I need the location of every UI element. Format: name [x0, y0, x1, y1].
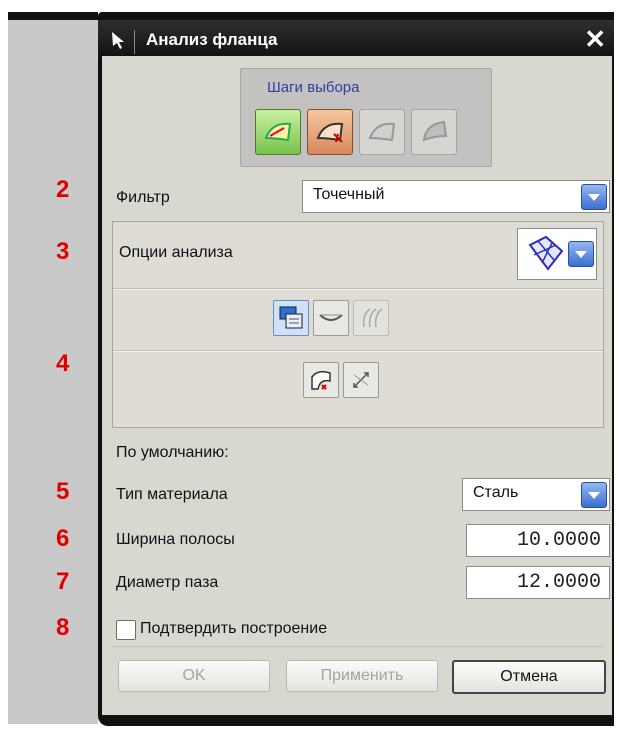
- selection-steps-label: Шаги выбора: [267, 79, 360, 96]
- contour-lines-icon[interactable]: [353, 300, 389, 336]
- corner-flange-icon[interactable]: [303, 362, 339, 398]
- analysis-options-group: Опции анализа: [112, 221, 604, 428]
- marker-7: 7: [56, 568, 70, 595]
- direction-arrows-icon[interactable]: [343, 362, 379, 398]
- filter-label: Фильтр: [116, 189, 170, 206]
- material-label: Тип материала: [116, 486, 228, 503]
- material-value: Сталь: [473, 484, 519, 501]
- selection-steps-panel: Шаги выбора: [240, 68, 492, 167]
- apply-button[interactable]: Применить: [286, 660, 438, 692]
- dialog-title: Анализ фланца: [146, 30, 278, 49]
- cancel-button[interactable]: Отмена: [452, 660, 606, 694]
- step3-icon[interactable]: [359, 109, 405, 155]
- defaults-heading: По умолчанию:: [116, 444, 229, 461]
- marker-3: 3: [56, 238, 70, 265]
- dialog-client-area: Шаги выбора Фильтр Точечный Опции анализ…: [102, 56, 612, 715]
- slot-diameter-input[interactable]: 12.0000: [466, 566, 610, 599]
- chevron-down-icon[interactable]: [568, 241, 594, 267]
- strip-width-value: 10.0000: [516, 529, 601, 552]
- pointer-icon: [110, 30, 128, 55]
- marker-8: 8: [56, 614, 70, 641]
- close-icon[interactable]: ✕: [584, 26, 606, 52]
- chevron-down-icon[interactable]: [581, 184, 607, 210]
- step1-icon[interactable]: [255, 109, 301, 155]
- material-dropdown[interactable]: Сталь: [462, 478, 610, 511]
- curve-section-icon[interactable]: [313, 300, 349, 336]
- marker-6: 6: [56, 525, 70, 552]
- filter-dropdown[interactable]: Точечный: [302, 180, 610, 213]
- analysis-options-dropdown[interactable]: [517, 228, 597, 280]
- marker-2: 2: [56, 176, 70, 203]
- slot-diameter-label: Диаметр паза: [116, 574, 219, 591]
- surface-mesh-icon: [526, 235, 566, 278]
- strip-width-label: Ширина полосы: [116, 531, 235, 548]
- display-icon[interactable]: [273, 300, 309, 336]
- chevron-down-icon[interactable]: [581, 482, 607, 508]
- step2-icon[interactable]: [307, 109, 353, 155]
- analysis-options-label: Опции анализа: [119, 244, 233, 261]
- confirm-label: Подтвердить построение: [140, 620, 328, 637]
- left-background-strip: [8, 12, 98, 724]
- confirm-checkbox[interactable]: [116, 620, 136, 640]
- slot-diameter-value: 12.0000: [516, 571, 601, 594]
- filter-value: Точечный: [313, 186, 385, 203]
- marker-4: 4: [56, 350, 70, 377]
- marker-5: 5: [56, 478, 70, 505]
- ok-button[interactable]: OK: [118, 660, 270, 692]
- strip-width-input[interactable]: 10.0000: [466, 524, 610, 557]
- step4-icon[interactable]: [411, 109, 457, 155]
